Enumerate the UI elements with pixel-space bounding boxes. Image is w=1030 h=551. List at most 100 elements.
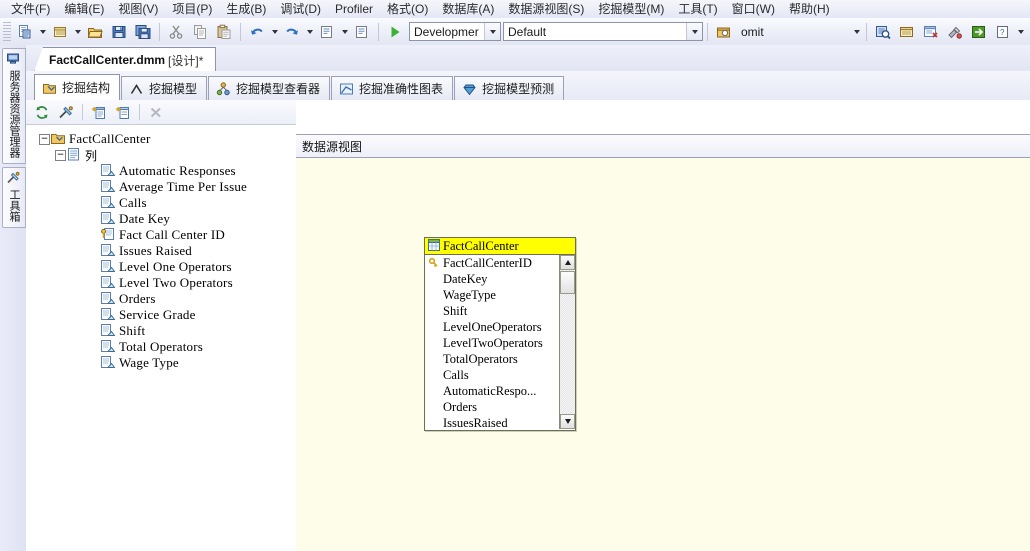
tab-2[interactable]: 挖掘模型: [121, 76, 208, 100]
tree-item-column[interactable]: Total Operators: [32, 339, 296, 355]
comment-dropdown[interactable]: [339, 21, 350, 42]
redo-button[interactable]: [280, 20, 304, 43]
tab-4[interactable]: 挖掘准确性图表: [331, 76, 454, 100]
add-new-item-dropdown[interactable]: [72, 21, 83, 42]
menu-item-9[interactable]: 数据库(A): [435, 1, 501, 17]
dsv-table-column[interactable]: DateKey: [425, 271, 575, 287]
menu-item-3[interactable]: 视图(V): [111, 1, 165, 17]
tab-5[interactable]: 挖掘模型预测: [454, 76, 565, 100]
tab-1[interactable]: 挖掘结构: [34, 74, 121, 100]
toolbar-grip[interactable]: [3, 22, 11, 41]
paste-button[interactable]: [212, 20, 236, 43]
chevron-down-icon[interactable]: [686, 23, 702, 40]
collapse-icon[interactable]: −: [55, 149, 66, 161]
tab-3[interactable]: 挖掘模型查看器: [208, 76, 331, 100]
dsv-table-column[interactable]: Shift: [425, 303, 575, 319]
menu-item-5[interactable]: 生成(B): [219, 1, 273, 17]
document-tab-factcallcenter[interactable]: FactCallCenter.dmm [设计]*: [34, 47, 217, 72]
tree-item-column[interactable]: Issues Raised: [32, 243, 296, 259]
copy-button[interactable]: [188, 20, 212, 43]
menu-item-1[interactable]: 文件(F): [4, 1, 57, 17]
tree-item-column[interactable]: Level Two Operators: [32, 275, 296, 291]
undo-button[interactable]: [245, 20, 269, 43]
menu-item-8[interactable]: 格式(O): [380, 1, 435, 17]
tree-expander[interactable]: −: [38, 133, 51, 146]
dsv-table-header[interactable]: FactCallCenter: [425, 238, 575, 255]
menu-item-10[interactable]: 数据源视图(S): [501, 1, 591, 17]
save-all-button[interactable]: [131, 20, 155, 43]
menu-item-14[interactable]: 帮助(H): [782, 1, 837, 17]
dsv-table-scrollbar[interactable]: [559, 255, 575, 429]
deploy-solution-button[interactable]: [712, 20, 736, 43]
delete-button[interactable]: [144, 101, 168, 123]
dsv-table-column-label: Calls: [443, 367, 469, 382]
auto-hide-tab-1[interactable]: 服务器资源管理器: [2, 48, 26, 164]
properties-window-button[interactable]: [895, 20, 919, 43]
tree-item-factcallcenter[interactable]: − FactCallCenter: [32, 131, 296, 147]
start-debugging-button[interactable]: [383, 20, 407, 43]
tree-item-column[interactable]: Fact Call Center ID: [32, 227, 296, 243]
uncomment-selection-button[interactable]: [350, 20, 374, 43]
tree-expander[interactable]: −: [54, 149, 67, 162]
tree-item-column[interactable]: Automatic Responses: [32, 163, 296, 179]
scroll-up-arrow-icon[interactable]: [560, 255, 575, 270]
chevron-down-icon[interactable]: [484, 23, 500, 40]
dsv-table-column[interactable]: AutomaticRespo...: [425, 383, 575, 399]
dsv-canvas[interactable]: FactCallCenter FactCallCenterID DateKey Wa…: [296, 100, 1030, 551]
menu-item-7[interactable]: Profiler: [328, 1, 380, 17]
tree-item-column[interactable]: Orders: [32, 291, 296, 307]
add-nested-table-button[interactable]: [111, 101, 135, 123]
menu-item-4[interactable]: 项目(P): [165, 1, 219, 17]
menu-item-12[interactable]: 工具(T): [671, 1, 724, 17]
menu-item-13[interactable]: 窗口(W): [725, 1, 782, 17]
dsv-table-column[interactable]: Calls: [425, 367, 575, 383]
tree-item-column[interactable]: Shift: [32, 323, 296, 339]
tree-item-column[interactable]: Wage Type: [32, 355, 296, 371]
column-spacer: [429, 322, 440, 333]
tools-overflow-dropdown[interactable]: [1015, 21, 1026, 42]
undo-dropdown[interactable]: [269, 21, 280, 42]
menu-item-11[interactable]: 挖掘模型(M): [591, 1, 671, 17]
new-query-button[interactable]: ?: [991, 20, 1015, 43]
solution-explorer-button[interactable]: [919, 20, 943, 43]
scrollbar-thumb[interactable]: [560, 271, 575, 294]
collapse-icon[interactable]: −: [39, 133, 50, 145]
menu-item-2[interactable]: 编辑(E): [57, 1, 111, 17]
redo-dropdown[interactable]: [304, 21, 315, 42]
tree-item-columns[interactable]: − 列: [32, 147, 296, 163]
tree-item-column[interactable]: Calls: [32, 195, 296, 211]
tree-item-column[interactable]: Level One Operators: [32, 259, 296, 275]
auto-hide-tab-2[interactable]: 工具箱: [2, 167, 26, 228]
dsv-table-column[interactable]: TotalOperators: [425, 351, 575, 367]
deploy-button[interactable]: [967, 20, 991, 43]
add-column-button[interactable]: [87, 101, 111, 123]
solution-configuration-combo[interactable]: Developmer: [409, 22, 501, 41]
dsv-table-column[interactable]: LevelOneOperators: [425, 319, 575, 335]
add-new-item-button[interactable]: [48, 20, 72, 43]
dsv-table-column[interactable]: LevelTwoOperators: [425, 335, 575, 351]
dsv-table-column[interactable]: WageType: [425, 287, 575, 303]
columns-folder-icon: [67, 148, 82, 162]
cut-button[interactable]: [164, 20, 188, 43]
scroll-down-arrow-icon[interactable]: [560, 414, 575, 429]
solution-platform-combo[interactable]: Default: [503, 22, 703, 41]
open-file-button[interactable]: [83, 20, 107, 43]
toolbar-overflow-dropdown[interactable]: [851, 21, 862, 42]
dsv-table-column[interactable]: FactCallCenterID: [425, 255, 575, 271]
tree-item-column[interactable]: Average Time Per Issue: [32, 179, 296, 195]
dsv-table-factcallcenter[interactable]: FactCallCenter FactCallCenterID DateKey Wa…: [424, 237, 576, 431]
dsv-table-column[interactable]: IssuesRaised: [425, 415, 575, 430]
dsv-table-column-list[interactable]: FactCallCenterID DateKey WageType Shift Leve…: [425, 255, 575, 429]
new-project-dropdown[interactable]: [37, 21, 48, 42]
comment-selection-button[interactable]: [315, 20, 339, 43]
new-project-button[interactable]: [13, 20, 37, 43]
tree-item-column[interactable]: Date Key: [32, 211, 296, 227]
refresh-structure-button[interactable]: [30, 101, 54, 123]
tools-options-button[interactable]: [943, 20, 967, 43]
dsv-table-column[interactable]: Orders: [425, 399, 575, 415]
tree-item-column[interactable]: Service Grade: [32, 307, 296, 323]
menu-item-6[interactable]: 调试(D): [273, 1, 328, 17]
save-button[interactable]: [107, 20, 131, 43]
find-in-files-button[interactable]: [871, 20, 895, 43]
process-mining-structure-button[interactable]: [54, 101, 78, 123]
